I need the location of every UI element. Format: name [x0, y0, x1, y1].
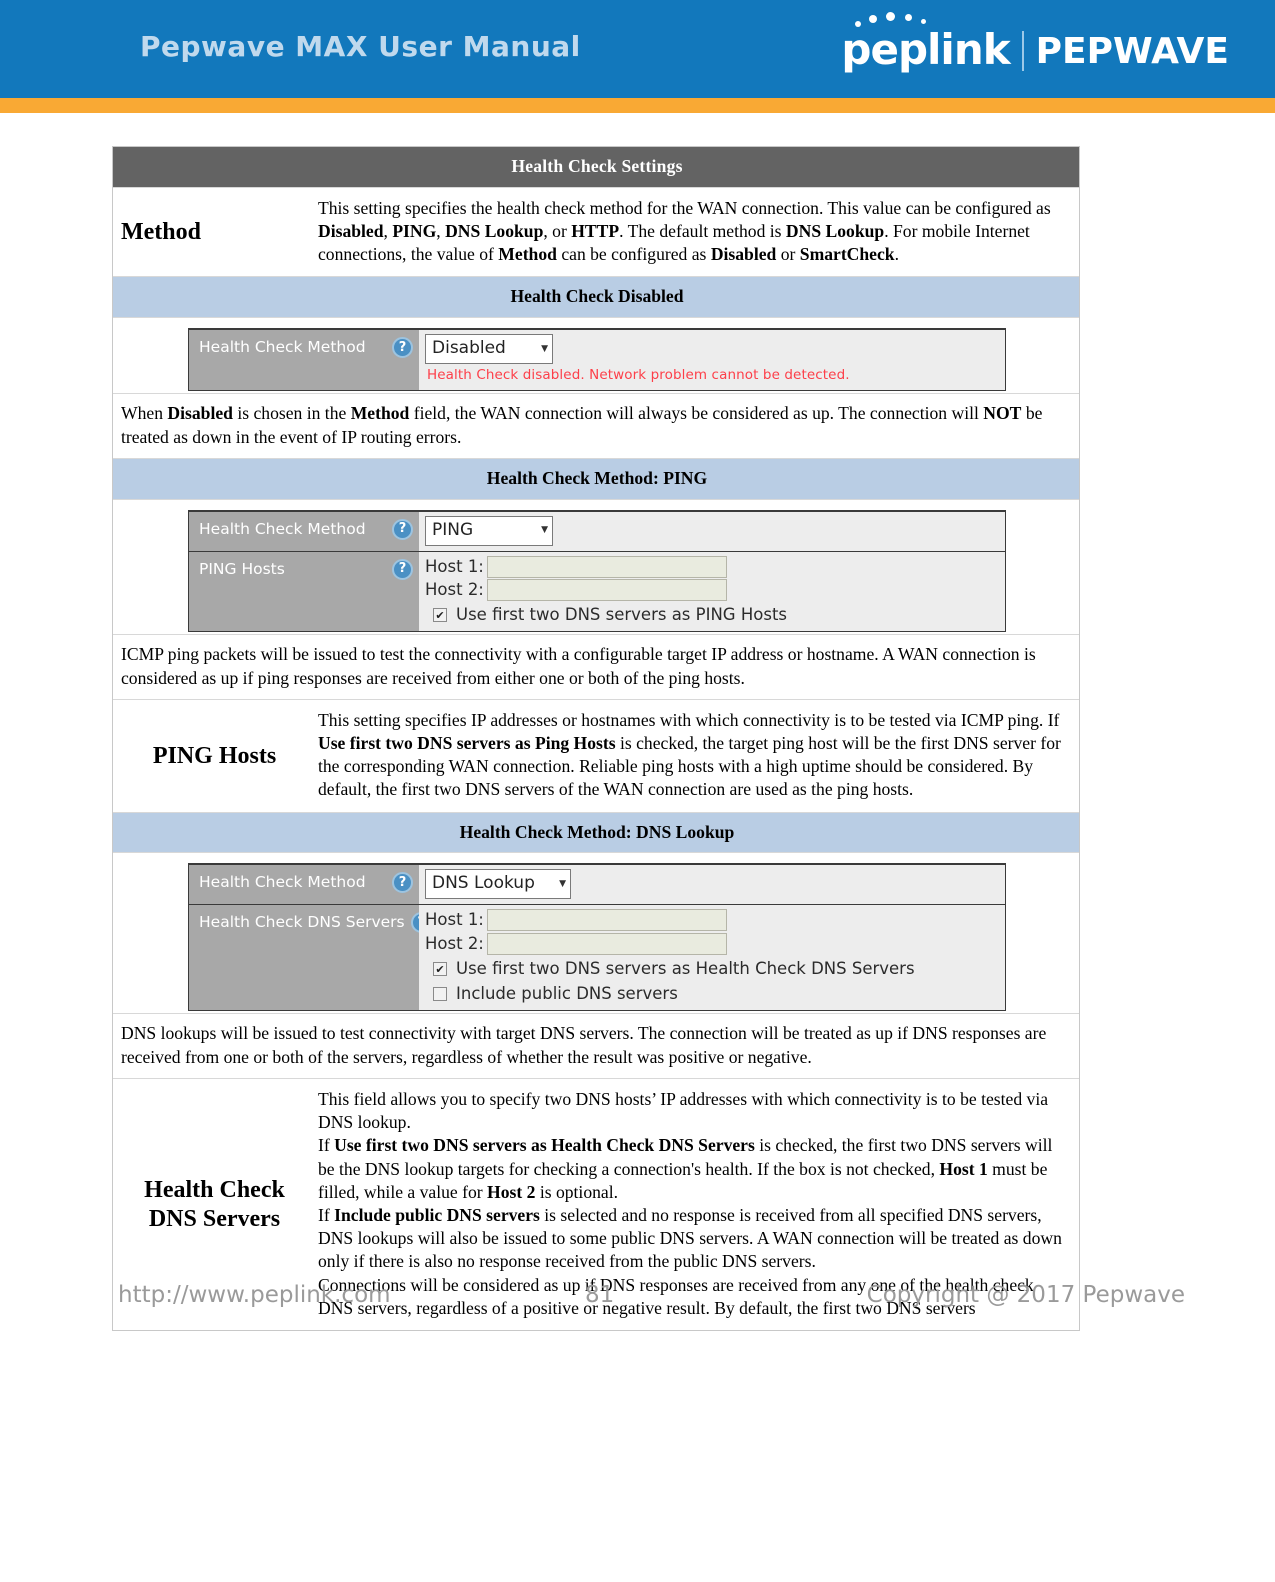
ui-row-method: Health Check Method ? PING ▼ [189, 511, 1005, 552]
ui-row-method: Health Check Method ? DNS Lookup ▼ [189, 865, 1005, 906]
row-desc-method: This setting specifies the health check … [318, 197, 1051, 265]
health-check-disabled-warning: Health Check disabled. Network problem c… [427, 367, 850, 384]
page-footer: http://www.peplink.com 81 Copyright @ 20… [0, 1282, 1275, 1322]
ui-label-ping-hosts: PING Hosts ? [189, 551, 419, 632]
table-row: When Disabled is chosen in the Method fi… [113, 394, 1079, 459]
table-row: DNS lookups will be issued to test conne… [113, 1014, 1079, 1079]
host2-input[interactable] [487, 578, 727, 601]
use-dns-as-health-check-label: Use first two DNS servers as Health Chec… [456, 958, 915, 978]
table-row: Method This setting specifies the health… [113, 188, 1079, 278]
ui-label-text: Health Check Method [199, 338, 366, 357]
include-public-dns-row[interactable]: Include public DNS servers [425, 983, 999, 1005]
use-dns-as-ping-hosts-checkbox[interactable]: ✔ [433, 608, 447, 623]
health-check-method-select[interactable]: Disabled ▼ [425, 334, 553, 365]
brand-divider [1021, 31, 1024, 71]
footer-copyright: Copyright @ 2017 Pepwave [866, 1282, 1185, 1308]
manual-title: Pepwave MAX User Manual [140, 30, 581, 63]
footer-url[interactable]: http://www.peplink.com [118, 1282, 391, 1308]
ui-field-dns-servers: Host 1: Host 2: ✔ Use first two DNS serv… [419, 905, 1005, 1011]
host1-line: Host 1: [425, 909, 999, 932]
row-label-ping-hosts: PING Hosts [152, 742, 277, 769]
row-desc-ping-hosts: This setting specifies IP addresses or h… [318, 709, 1061, 800]
router-ui-health-check-disabled: Health Check Method ? Disabled ▼ Health … [188, 328, 1006, 392]
use-dns-as-ping-hosts-row[interactable]: ✔ Use first two DNS servers as PING Host… [425, 604, 999, 626]
include-public-dns-checkbox[interactable] [433, 987, 447, 1002]
ui-label-health-check-method: Health Check Method ? [189, 865, 419, 905]
host1-label: Host 1: [425, 556, 484, 576]
use-dns-as-health-check-checkbox[interactable]: ✔ [433, 962, 447, 977]
logo-dots-icon [853, 12, 973, 32]
select-value: Disabled [432, 338, 506, 359]
table-row: Health Check Method ? PING ▼ PING Hosts … [113, 500, 1079, 636]
ui-label-health-check-method: Health Check Method ? [189, 511, 419, 551]
table-row: Health Check Disabled [113, 277, 1079, 319]
help-icon[interactable]: ? [392, 872, 413, 894]
ui-row-method: Health Check Method ? Disabled ▼ Health … [189, 330, 1005, 391]
include-public-dns-label: Include public DNS servers [456, 984, 678, 1004]
ui-label-text: Health Check DNS Servers [199, 913, 405, 932]
host2-line: Host 2: [425, 932, 999, 955]
router-ui-health-check-dns-lookup: Health Check Method ? DNS Lookup ▼ Healt… [188, 863, 1006, 1012]
host1-label: Host 1: [425, 910, 484, 930]
peplink-pepwave-logo: peplink PEPWAVE [841, 12, 1229, 76]
chevron-down-icon: ▼ [541, 524, 548, 535]
table-title: Health Check Settings [113, 147, 1079, 187]
table-row: Health Check Method ? DNS Lookup ▼ Healt… [113, 853, 1079, 1015]
select-value: DNS Lookup [432, 873, 535, 894]
router-ui-health-check-ping: Health Check Method ? PING ▼ PING Hosts … [188, 509, 1006, 633]
help-icon[interactable]: ? [392, 518, 413, 540]
row-desc-disabled: When Disabled is chosen in the Method fi… [121, 403, 1043, 448]
screenshot-cell-ping: Health Check Method ? PING ▼ PING Hosts … [113, 500, 1079, 635]
section-heading-ping: Health Check Method: PING [113, 458, 1079, 499]
help-icon[interactable]: ? [392, 558, 413, 580]
host2-input[interactable] [487, 932, 727, 955]
use-dns-as-ping-hosts-label: Use first two DNS servers as PING Hosts [456, 605, 788, 625]
ui-label-text: Health Check Method [199, 873, 366, 892]
row-label-line1: Health Check [144, 1177, 285, 1204]
table-row: Health Check Method: PING [113, 458, 1079, 500]
row-desc-ping: ICMP ping packets will be issued to test… [121, 644, 1036, 689]
ui-label-text: Health Check Method [199, 519, 366, 538]
health-check-method-select[interactable]: PING ▼ [425, 515, 553, 546]
footer-page-number: 81 [585, 1282, 615, 1308]
help-icon[interactable]: ? [392, 337, 413, 359]
host2-label: Host 2: [425, 579, 484, 599]
select-value: PING [432, 519, 474, 540]
use-dns-as-health-check-row[interactable]: ✔ Use first two DNS servers as Health Ch… [425, 958, 999, 980]
host1-line: Host 1: [425, 555, 999, 578]
chevron-down-icon: ▼ [559, 878, 566, 889]
table-title-row: Health Check Settings [113, 147, 1079, 188]
host2-line: Host 2: [425, 578, 999, 601]
table-row: ICMP ping packets will be issued to test… [113, 635, 1079, 700]
ui-field-ping-hosts: Host 1: Host 2: ✔ Use first two DNS serv… [419, 551, 1005, 632]
host1-input[interactable] [487, 555, 727, 578]
ui-field-method: PING ▼ [419, 511, 1005, 551]
health-check-method-select[interactable]: DNS Lookup ▼ [425, 869, 571, 900]
brand-pepwave-text: PEPWAVE [1035, 31, 1229, 72]
ui-field-method: DNS Lookup ▼ [419, 865, 1005, 905]
page-header: Pepwave MAX User Manual peplink PEPWAVE [0, 0, 1275, 98]
table-row: PING Hosts This setting specifies IP add… [113, 700, 1079, 813]
header-accent-bar [0, 98, 1275, 113]
ui-row-dns-servers: Health Check DNS Servers ? Host 1: Host … [189, 905, 1005, 1011]
ui-row-ping-hosts: PING Hosts ? Host 1: Host 2: ✔ Use first… [189, 551, 1005, 632]
section-heading-dns-lookup: Health Check Method: DNS Lookup [113, 812, 1079, 853]
host1-input[interactable] [487, 909, 727, 932]
chevron-down-icon: ▼ [541, 343, 548, 354]
ui-field-method: Disabled ▼ Health Check disabled. Networ… [419, 330, 1005, 391]
screenshot-cell-disabled: Health Check Method ? Disabled ▼ Health … [113, 318, 1079, 393]
row-desc-dns: DNS lookups will be issued to test conne… [121, 1023, 1047, 1068]
table-row: Health Check Method: DNS Lookup [113, 812, 1079, 854]
row-label-method: Method [121, 218, 201, 245]
screenshot-cell-dns: Health Check Method ? DNS Lookup ▼ Healt… [113, 853, 1079, 1013]
row-label-line2: DNS Servers [148, 1205, 281, 1232]
health-check-settings-table: Health Check Settings Method This settin… [112, 146, 1080, 1332]
ui-label-health-check-dns-servers: Health Check DNS Servers ? [189, 905, 432, 1011]
ui-label-health-check-method: Health Check Method ? [189, 330, 419, 391]
table-row: Health Check Method ? Disabled ▼ Health … [113, 318, 1079, 395]
ui-label-text: PING Hosts [199, 559, 285, 578]
host2-label: Host 2: [425, 933, 484, 953]
section-heading-disabled: Health Check Disabled [113, 277, 1079, 318]
